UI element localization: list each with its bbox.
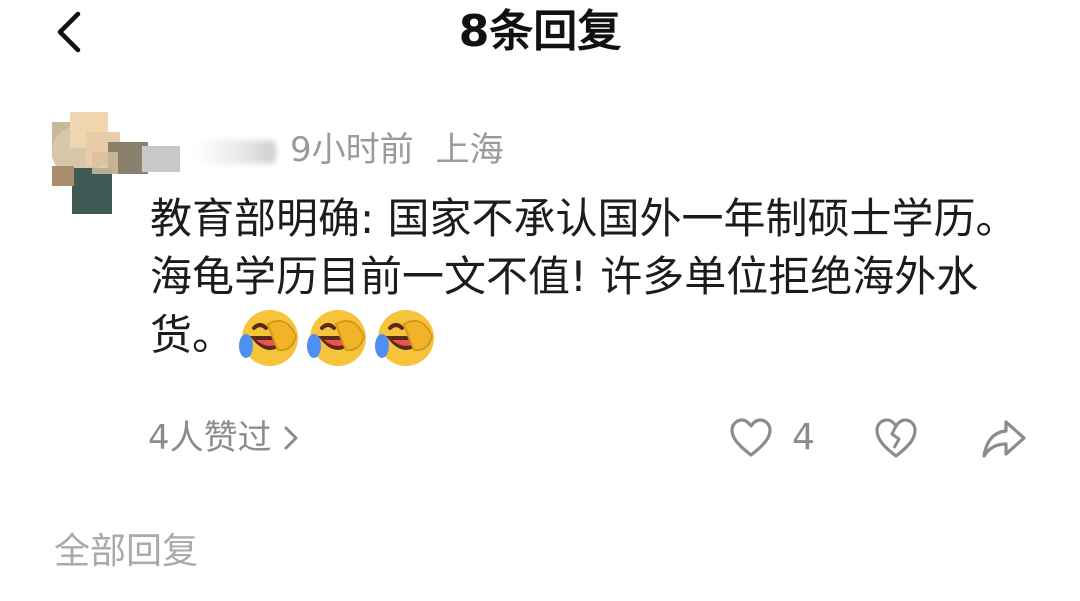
page-title: 8条回复 [458,6,622,57]
reply-time: 9小时前 [290,130,414,170]
heart-icon [730,418,772,457]
dislike-button[interactable] [872,414,920,462]
chevron-right-icon [284,426,298,450]
all-replies-heading: 全部回复 [54,531,199,572]
emoji-group [234,306,438,370]
likers-link[interactable]: 4人赞过 [148,414,300,462]
laughing-crying-emoji [239,310,299,366]
reply-location: 上海 [435,130,504,170]
username-obscured[interactable] [196,140,276,164]
laughing-crying-emoji [375,310,435,366]
share-button[interactable] [980,414,1028,462]
reply-meta: 9小时前 上海 [290,126,504,174]
reply-text: 教育部明确: 国家不承认国外一年制硕士学历。海龟学历目前一文不值! 许多单位拒绝… [150,190,1040,370]
likers-label: 4人赞过 [148,418,272,458]
laughing-crying-emoji [307,310,367,366]
like-count: 4 [792,417,815,458]
like-button[interactable]: 4 [728,414,815,462]
broken-heart-icon [875,418,917,458]
share-arrow-icon [982,420,1026,458]
top-bar: 8条回复 [0,0,1080,70]
